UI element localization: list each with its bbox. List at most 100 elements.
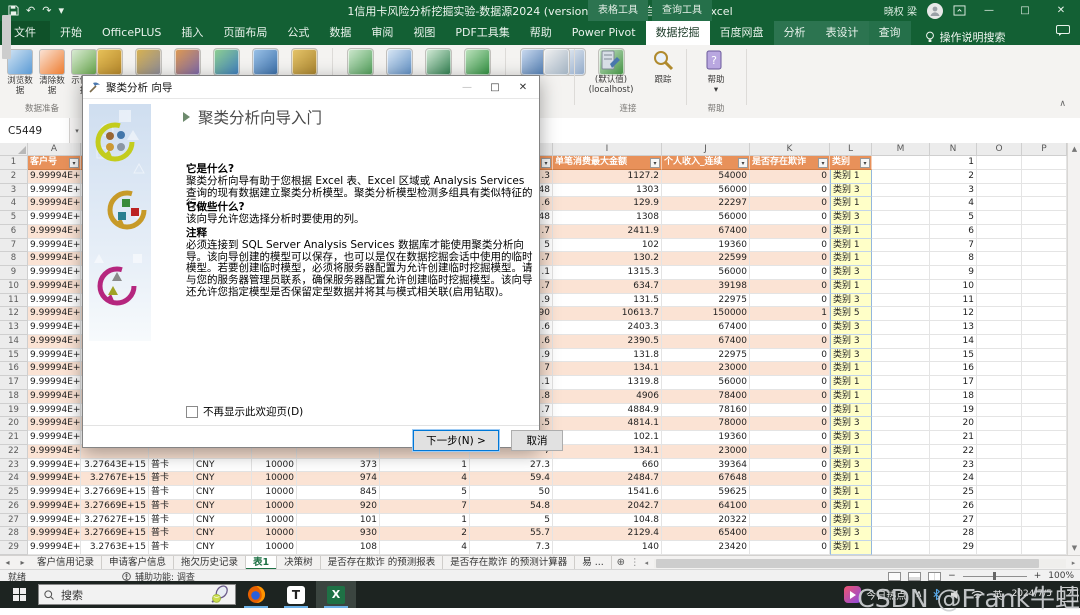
- cell-L15[interactable]: 类别 3: [830, 348, 872, 363]
- cell-I16[interactable]: 134.1: [553, 362, 662, 376]
- sheet-tab-易 ...[interactable]: 易 ...: [575, 556, 612, 570]
- cell-B24[interactable]: 3.2767E+15: [81, 472, 149, 486]
- cell-L9[interactable]: 类别 3: [830, 266, 872, 280]
- cell-E23[interactable]: 10000: [252, 458, 297, 473]
- cell-J24[interactable]: 67648: [662, 472, 750, 486]
- row-header-4[interactable]: 4: [0, 197, 28, 211]
- cell-O19[interactable]: [977, 403, 1022, 418]
- cell-K23[interactable]: 0: [750, 458, 830, 473]
- taskbar-excel-button[interactable]: X: [316, 581, 356, 608]
- cell-P28[interactable]: [1022, 527, 1067, 541]
- cell-J9[interactable]: 56000: [662, 266, 750, 280]
- cell-K11[interactable]: 0: [750, 293, 830, 308]
- cell-K3[interactable]: 0: [750, 183, 830, 198]
- cell-N3[interactable]: 3: [930, 183, 977, 198]
- row-header-29[interactable]: 29: [0, 541, 28, 555]
- cell-N21[interactable]: 21: [930, 431, 977, 445]
- cell-H23[interactable]: 27.3: [470, 458, 553, 473]
- row-header-22[interactable]: 22: [0, 444, 28, 459]
- cell-I22[interactable]: 134.1: [553, 444, 662, 459]
- cell-O1[interactable]: [977, 156, 1022, 170]
- cell-L22[interactable]: 类别 1: [830, 444, 872, 459]
- cell-I8[interactable]: 130.2: [553, 252, 662, 266]
- cell-P12[interactable]: [1022, 307, 1067, 321]
- cell-B27[interactable]: 3.27627E+15: [81, 513, 149, 528]
- cell-K24[interactable]: 0: [750, 472, 830, 486]
- cell-M29[interactable]: [872, 541, 930, 555]
- cell-M10[interactable]: [872, 279, 930, 294]
- cell-P2[interactable]: [1022, 169, 1067, 184]
- cell-M4[interactable]: [872, 197, 930, 211]
- cell-I10[interactable]: 634.7: [553, 279, 662, 294]
- cell-D26[interactable]: CNY: [194, 499, 252, 514]
- cell-H26[interactable]: 54.8: [470, 499, 553, 514]
- cell-K21[interactable]: 0: [750, 431, 830, 445]
- tell-me-search[interactable]: 操作说明搜索: [925, 29, 1006, 45]
- cell-E26[interactable]: 10000: [252, 499, 297, 514]
- cell-J25[interactable]: 59625: [662, 486, 750, 500]
- cell-A27[interactable]: 9.99994E+11: [28, 513, 81, 528]
- cell-P19[interactable]: [1022, 403, 1067, 418]
- cell-I24[interactable]: 2484.7: [553, 472, 662, 486]
- taskbar-firefox-button[interactable]: [236, 581, 276, 608]
- cell-B23[interactable]: 3.27643E+15: [81, 458, 149, 473]
- cell-N16[interactable]: 16: [930, 362, 977, 376]
- cell-K27[interactable]: 0: [750, 513, 830, 528]
- cell-L8[interactable]: 类别 1: [830, 252, 872, 266]
- cell-K7[interactable]: 0: [750, 238, 830, 253]
- filter-dropdown-icon[interactable]: ▾: [541, 157, 551, 168]
- cell-N4[interactable]: 4: [930, 197, 977, 211]
- cell-N1[interactable]: 1: [930, 156, 977, 170]
- cell-L4[interactable]: 类别 1: [830, 197, 872, 211]
- row-header-15[interactable]: 15: [0, 348, 28, 363]
- taskbar-search-input[interactable]: 搜索: [38, 584, 236, 605]
- row-header-19[interactable]: 19: [0, 403, 28, 418]
- ribbon-tab-分析[interactable]: 分析: [773, 21, 816, 45]
- cell-G28[interactable]: 2: [380, 527, 470, 541]
- cell-D23[interactable]: CNY: [194, 458, 252, 473]
- cell-P7[interactable]: [1022, 238, 1067, 253]
- cell-J7[interactable]: 19360: [662, 238, 750, 253]
- cell-F28[interactable]: 930: [297, 527, 380, 541]
- cell-N14[interactable]: 14: [930, 334, 977, 349]
- user-avatar[interactable]: [927, 2, 943, 19]
- cell-F29[interactable]: 108: [297, 541, 380, 555]
- ribbon-tab-开始[interactable]: 开始: [50, 21, 92, 45]
- col-header-A[interactable]: A: [28, 143, 81, 156]
- cell-D29[interactable]: CNY: [194, 541, 252, 555]
- cell-I27[interactable]: 104.8: [553, 513, 662, 528]
- cell-L3[interactable]: 类别 3: [830, 183, 872, 198]
- cell-M11[interactable]: [872, 293, 930, 308]
- cell-A23[interactable]: 9.99994E+11: [28, 458, 81, 473]
- cell-N15[interactable]: 15: [930, 348, 977, 363]
- cell-I18[interactable]: 4906: [553, 389, 662, 404]
- cell-O14[interactable]: [977, 334, 1022, 349]
- cell-L5[interactable]: 类别 3: [830, 211, 872, 225]
- checkbox-icon[interactable]: [186, 405, 198, 418]
- cell-E27[interactable]: 10000: [252, 513, 297, 528]
- cell-M7[interactable]: [872, 238, 930, 253]
- cell-O12[interactable]: [977, 307, 1022, 321]
- ribbon-tab-PDF工具集[interactable]: PDF工具集: [445, 21, 519, 45]
- cell-A3[interactable]: 9.99994E+11: [28, 183, 81, 198]
- cell-C26[interactable]: 普卡: [149, 499, 194, 514]
- cell-N19[interactable]: 19: [930, 403, 977, 418]
- dialog-close-button[interactable]: ✕: [511, 82, 535, 93]
- cell-K16[interactable]: 0: [750, 362, 830, 376]
- cell-F26[interactable]: 920: [297, 499, 380, 514]
- cell-I12[interactable]: 10613.7: [553, 307, 662, 321]
- clear-data-button[interactable]: 清除数据: [36, 49, 68, 96]
- cell-A12[interactable]: 9.99994E+11: [28, 307, 81, 321]
- cell-O16[interactable]: [977, 362, 1022, 376]
- cell-P20[interactable]: [1022, 417, 1067, 431]
- cell-I15[interactable]: 131.8: [553, 348, 662, 363]
- cell-N26[interactable]: 26: [930, 499, 977, 514]
- filter-dropdown-icon[interactable]: ▾: [818, 157, 828, 168]
- cell-M5[interactable]: [872, 211, 930, 225]
- cell-N9[interactable]: 9: [930, 266, 977, 280]
- cell-P23[interactable]: [1022, 458, 1067, 473]
- cell-K8[interactable]: 0: [750, 252, 830, 266]
- cell-P15[interactable]: [1022, 348, 1067, 363]
- cell-J27[interactable]: 20322: [662, 513, 750, 528]
- manage-models-icon[interactable]: [543, 48, 570, 76]
